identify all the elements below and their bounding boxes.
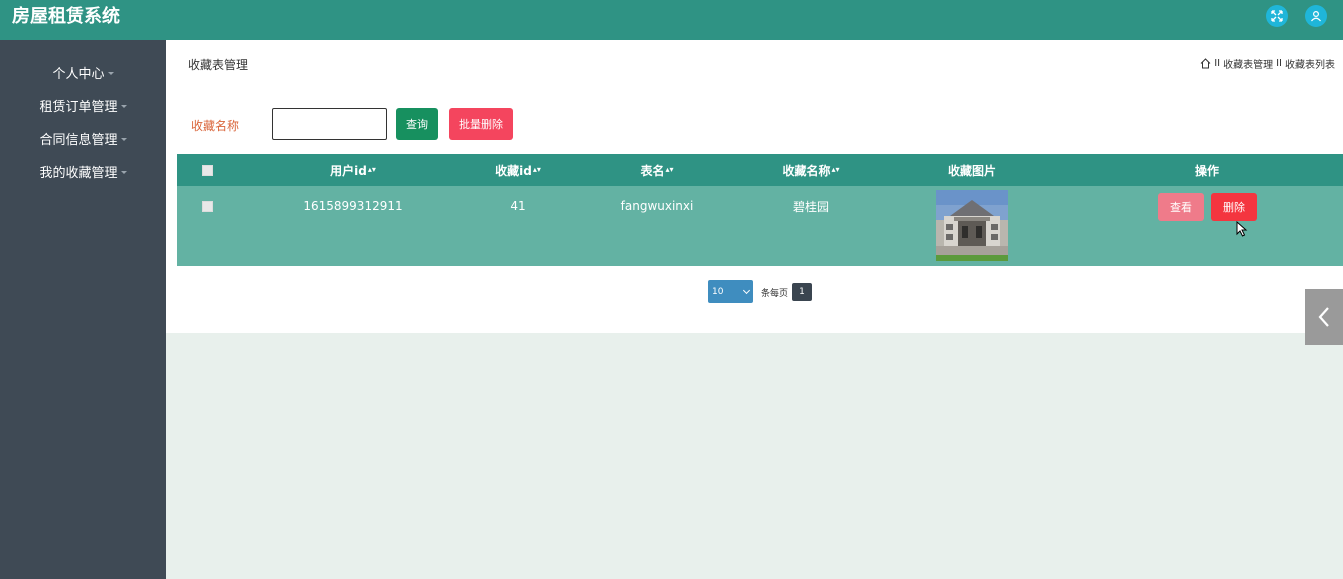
building-thumbnail bbox=[936, 190, 1008, 261]
chevron-down-icon bbox=[120, 170, 127, 174]
column-header-name[interactable]: 收藏名称 ▴▾ bbox=[761, 154, 861, 186]
row-checkbox[interactable] bbox=[202, 200, 213, 212]
breadcrumb: II 收藏表管理 II 收藏表列表 bbox=[1200, 56, 1335, 71]
cell-refid: 41 bbox=[510, 199, 526, 213]
sidebar-item-rental-orders[interactable]: 租赁订单管理 bbox=[0, 93, 166, 117]
row-select-cell bbox=[202, 186, 213, 226]
table-header: 用户id ▴▾ 收藏id ▴▾ 表名 ▴▾ 收藏名称 ▴▾ 收藏图片 操作 bbox=[177, 154, 1343, 186]
breadcrumb-separator: II bbox=[1214, 58, 1221, 69]
column-header-userid[interactable]: 用户id ▴▾ bbox=[303, 154, 403, 186]
sidebar-item-contracts[interactable]: 合同信息管理 bbox=[0, 126, 166, 150]
sort-icon: ▴▾ bbox=[532, 165, 541, 174]
page-size-select[interactable]: 10 bbox=[708, 280, 753, 303]
sidebar-item-favorites[interactable]: 我的收藏管理 bbox=[0, 159, 166, 183]
search-label: 收藏名称 bbox=[191, 119, 240, 133]
select-all-cell bbox=[202, 154, 213, 186]
query-button[interactable]: 查询 bbox=[396, 108, 438, 140]
column-header-refid[interactable]: 收藏id ▴▾ bbox=[478, 154, 558, 186]
sort-icon: ▴▾ bbox=[665, 165, 674, 174]
breadcrumb-item-manage[interactable]: 收藏表管理 bbox=[1223, 56, 1273, 71]
user-button[interactable] bbox=[1305, 5, 1327, 27]
delete-button[interactable]: 删除 bbox=[1211, 193, 1257, 221]
sort-icon: ▴▾ bbox=[367, 165, 376, 174]
cell-tablename: fangwuxinxi bbox=[620, 199, 694, 213]
table-row[interactable]: 1615899312911 41 fangwuxinxi 碧桂园 查看 删除 bbox=[177, 186, 1343, 266]
cell-name: 碧桂园 bbox=[792, 199, 829, 214]
app-title: 房屋租赁系统 bbox=[12, 6, 120, 27]
side-panel-toggle[interactable] bbox=[1305, 289, 1343, 345]
sidebar-item-personal-center[interactable]: 个人中心 bbox=[0, 60, 166, 84]
chevron-down-icon bbox=[742, 286, 751, 295]
sidebar-item-label: 个人中心 bbox=[52, 66, 105, 82]
batch-delete-button[interactable]: 批量删除 bbox=[449, 108, 513, 140]
chevron-down-icon bbox=[107, 71, 114, 75]
fullscreen-button[interactable] bbox=[1266, 5, 1288, 27]
column-header-actions: 操作 bbox=[1194, 163, 1219, 178]
breadcrumb-item-list: 收藏表列表 bbox=[1285, 60, 1335, 71]
top-bar: 房屋租赁系统 bbox=[0, 0, 1343, 40]
sidebar-item-label: 我的收藏管理 bbox=[39, 165, 118, 181]
chevron-left-icon bbox=[1318, 307, 1329, 327]
chevron-down-icon bbox=[120, 137, 127, 141]
select-all-checkbox[interactable] bbox=[202, 164, 213, 176]
column-header-tablename[interactable]: 表名 ▴▾ bbox=[617, 154, 697, 186]
sort-icon: ▴▾ bbox=[831, 165, 840, 174]
column-header-picture: 收藏图片 bbox=[947, 163, 996, 178]
cell-userid: 1615899312911 bbox=[303, 199, 403, 213]
page-number-button[interactable]: 1 bbox=[792, 283, 812, 301]
sidebar-item-label: 租赁订单管理 bbox=[39, 99, 118, 115]
home-icon[interactable] bbox=[1200, 58, 1211, 69]
view-button[interactable]: 查看 bbox=[1158, 193, 1204, 221]
sidebar: 个人中心 租赁订单管理 合同信息管理 我的收藏管理 bbox=[0, 40, 166, 579]
search-input[interactable] bbox=[272, 108, 387, 140]
mouse-cursor-icon bbox=[1236, 221, 1248, 237]
chevron-down-icon bbox=[120, 104, 127, 108]
sidebar-item-label: 合同信息管理 bbox=[39, 132, 118, 148]
user-icon bbox=[1311, 10, 1321, 22]
per-page-label: 条每页 bbox=[761, 289, 789, 299]
breadcrumb-separator: II bbox=[1276, 58, 1282, 69]
fullscreen-icon bbox=[1271, 10, 1283, 22]
page-title: 收藏表管理 bbox=[188, 58, 249, 72]
main-panel: 收藏表管理 II 收藏表管理 II 收藏表列表 收藏名称 查询 批量删除 用户i… bbox=[166, 40, 1343, 333]
